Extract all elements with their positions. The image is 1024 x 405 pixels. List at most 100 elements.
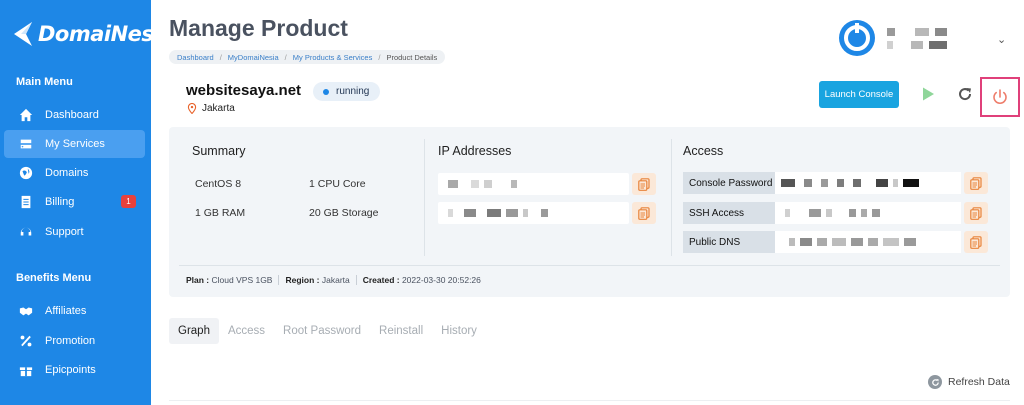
sidebar-item-epicpoints[interactable]: Epicpoints	[4, 356, 145, 384]
created-label: Created :	[362, 274, 400, 285]
main-content: Manage Product Dashboard / MyDomaiNesia …	[151, 0, 1024, 405]
location-pin-icon	[187, 103, 197, 114]
sidebar-item-label: Affiliates	[45, 305, 87, 317]
column-divider	[671, 139, 672, 256]
sidebar-item-billing[interactable]: Billing 1	[4, 188, 145, 216]
home-icon	[18, 107, 34, 123]
product-location: Jakarta	[187, 103, 235, 114]
sidebar-item-support[interactable]: Support	[4, 218, 145, 246]
user-name-redacted	[887, 23, 947, 54]
sidebar-item-label: Promotion	[45, 335, 96, 347]
ip-addresses-title: IP Addresses	[438, 144, 512, 158]
sidebar-item-label: My Services	[45, 138, 105, 150]
handshake-icon	[18, 303, 34, 319]
copy-public-dns-button[interactable]	[964, 231, 988, 253]
user-menu[interactable]	[839, 20, 947, 56]
brand-logo[interactable]: DomaiNesia	[12, 20, 174, 48]
start-button[interactable]	[916, 82, 940, 106]
breadcrumb-separator: /	[219, 52, 222, 62]
percent-icon	[18, 333, 34, 349]
status-dot-icon	[323, 88, 329, 95]
ssh-access-value[interactable]	[775, 202, 961, 224]
tab-graph[interactable]: Graph	[169, 318, 219, 344]
power-logo-icon	[844, 23, 870, 51]
breadcrumb-separator: /	[378, 52, 381, 62]
launch-console-button[interactable]: Launch Console	[819, 81, 899, 108]
sidebar: DomaiNesia Main Menu Dashboard My Servic…	[0, 0, 174, 405]
headset-icon	[18, 224, 34, 240]
summary-title: Summary	[192, 144, 246, 158]
power-icon	[993, 89, 1007, 104]
copy-icon	[970, 176, 982, 190]
play-icon	[923, 87, 934, 101]
benefits-menu-heading: Benefits Menu	[16, 272, 92, 284]
chevron-down-icon[interactable]: ⌄	[997, 33, 1006, 46]
plan-value: Cloud VPS 1GB	[211, 274, 273, 285]
ip-address-field[interactable]	[438, 173, 629, 195]
created-info: Created : 2022-03-30 20:52:26	[357, 275, 487, 285]
plan-label: Plan :	[186, 274, 210, 285]
gift-icon	[18, 362, 34, 378]
server-icon	[18, 136, 34, 152]
refresh-icon	[959, 88, 972, 101]
billing-count-badge: 1	[121, 195, 136, 208]
breadcrumb-dashboard[interactable]: Dashboard	[177, 53, 214, 62]
refresh-icon	[928, 375, 942, 389]
column-divider	[424, 139, 425, 256]
breadcrumb-separator: /	[284, 52, 287, 62]
spec-storage: 20 GB Storage	[309, 207, 379, 219]
tab-history[interactable]: History	[432, 318, 486, 344]
globe-icon	[18, 165, 34, 181]
region-info: Region : Jakarta	[279, 274, 357, 285]
sidebar-item-dashboard[interactable]: Dashboard	[4, 101, 145, 129]
created-value: 2022-03-30 20:52:26	[401, 274, 481, 285]
breadcrumb-my-products[interactable]: My Products & Services	[293, 53, 373, 62]
graph-panel-edge	[169, 400, 1010, 405]
sidebar-item-promotion[interactable]: Promotion	[4, 327, 145, 355]
plan-info: Plan : Cloud VPS 1GB	[186, 274, 280, 285]
tab-access[interactable]: Access	[219, 318, 274, 344]
product-tabs: Graph Access Root Password Reinstall His…	[169, 318, 486, 344]
copy-icon	[638, 206, 650, 220]
ip-address-field[interactable]	[438, 202, 629, 224]
public-dns-value[interactable]	[775, 231, 961, 253]
copy-icon	[970, 206, 982, 220]
region-label: Region :	[285, 274, 320, 285]
breadcrumb: Dashboard / MyDomaiNesia / My Products &…	[169, 50, 446, 64]
breadcrumb-mydomainesia[interactable]: MyDomaiNesia	[228, 53, 279, 62]
sidebar-item-my-services[interactable]: My Services	[4, 130, 145, 158]
restart-button[interactable]	[953, 82, 977, 106]
sidebar-item-label: Support	[45, 226, 84, 238]
refresh-data-button[interactable]: Refresh Data	[928, 375, 1010, 389]
card-divider	[179, 265, 1000, 266]
sidebar-item-label: Billing	[45, 196, 75, 208]
domainesia-logo-icon	[14, 22, 32, 46]
spec-cpu: 1 CPU Core	[309, 178, 366, 190]
access-title: Access	[683, 144, 724, 158]
ssh-access-label: SSH Access	[683, 202, 775, 224]
sidebar-item-affiliates[interactable]: Affiliates	[4, 297, 145, 325]
refresh-data-label: Refresh Data	[948, 376, 1010, 388]
region-value: Jakarta	[321, 274, 350, 285]
status-label: running	[336, 86, 370, 97]
sidebar-item-label: Epicpoints	[45, 364, 96, 376]
console-password-value[interactable]	[775, 172, 961, 194]
document-icon	[18, 194, 34, 210]
copy-ssh-access-button[interactable]	[964, 202, 988, 224]
breadcrumb-current: Product Details	[386, 52, 438, 62]
main-menu-heading: Main Menu	[16, 76, 73, 88]
sidebar-item-domains[interactable]: Domains	[4, 159, 145, 187]
product-details-card: Summary CentOS 8 1 CPU Core 1 GB RAM 20 …	[169, 127, 1010, 297]
copy-ip-button[interactable]	[632, 202, 656, 224]
power-button[interactable]	[980, 77, 1020, 117]
copy-ip-button[interactable]	[632, 173, 656, 195]
copy-console-password-button[interactable]	[964, 172, 988, 194]
tab-reinstall[interactable]: Reinstall	[370, 318, 432, 344]
product-meta: Plan : Cloud VPS 1GB Region : Jakarta Cr…	[186, 273, 487, 286]
avatar	[839, 20, 875, 56]
console-password-label: Console Password	[683, 172, 775, 194]
tab-root-password[interactable]: Root Password	[274, 318, 370, 344]
copy-icon	[638, 177, 650, 191]
spec-os: CentOS 8	[195, 178, 242, 190]
public-dns-label: Public DNS	[683, 231, 775, 253]
